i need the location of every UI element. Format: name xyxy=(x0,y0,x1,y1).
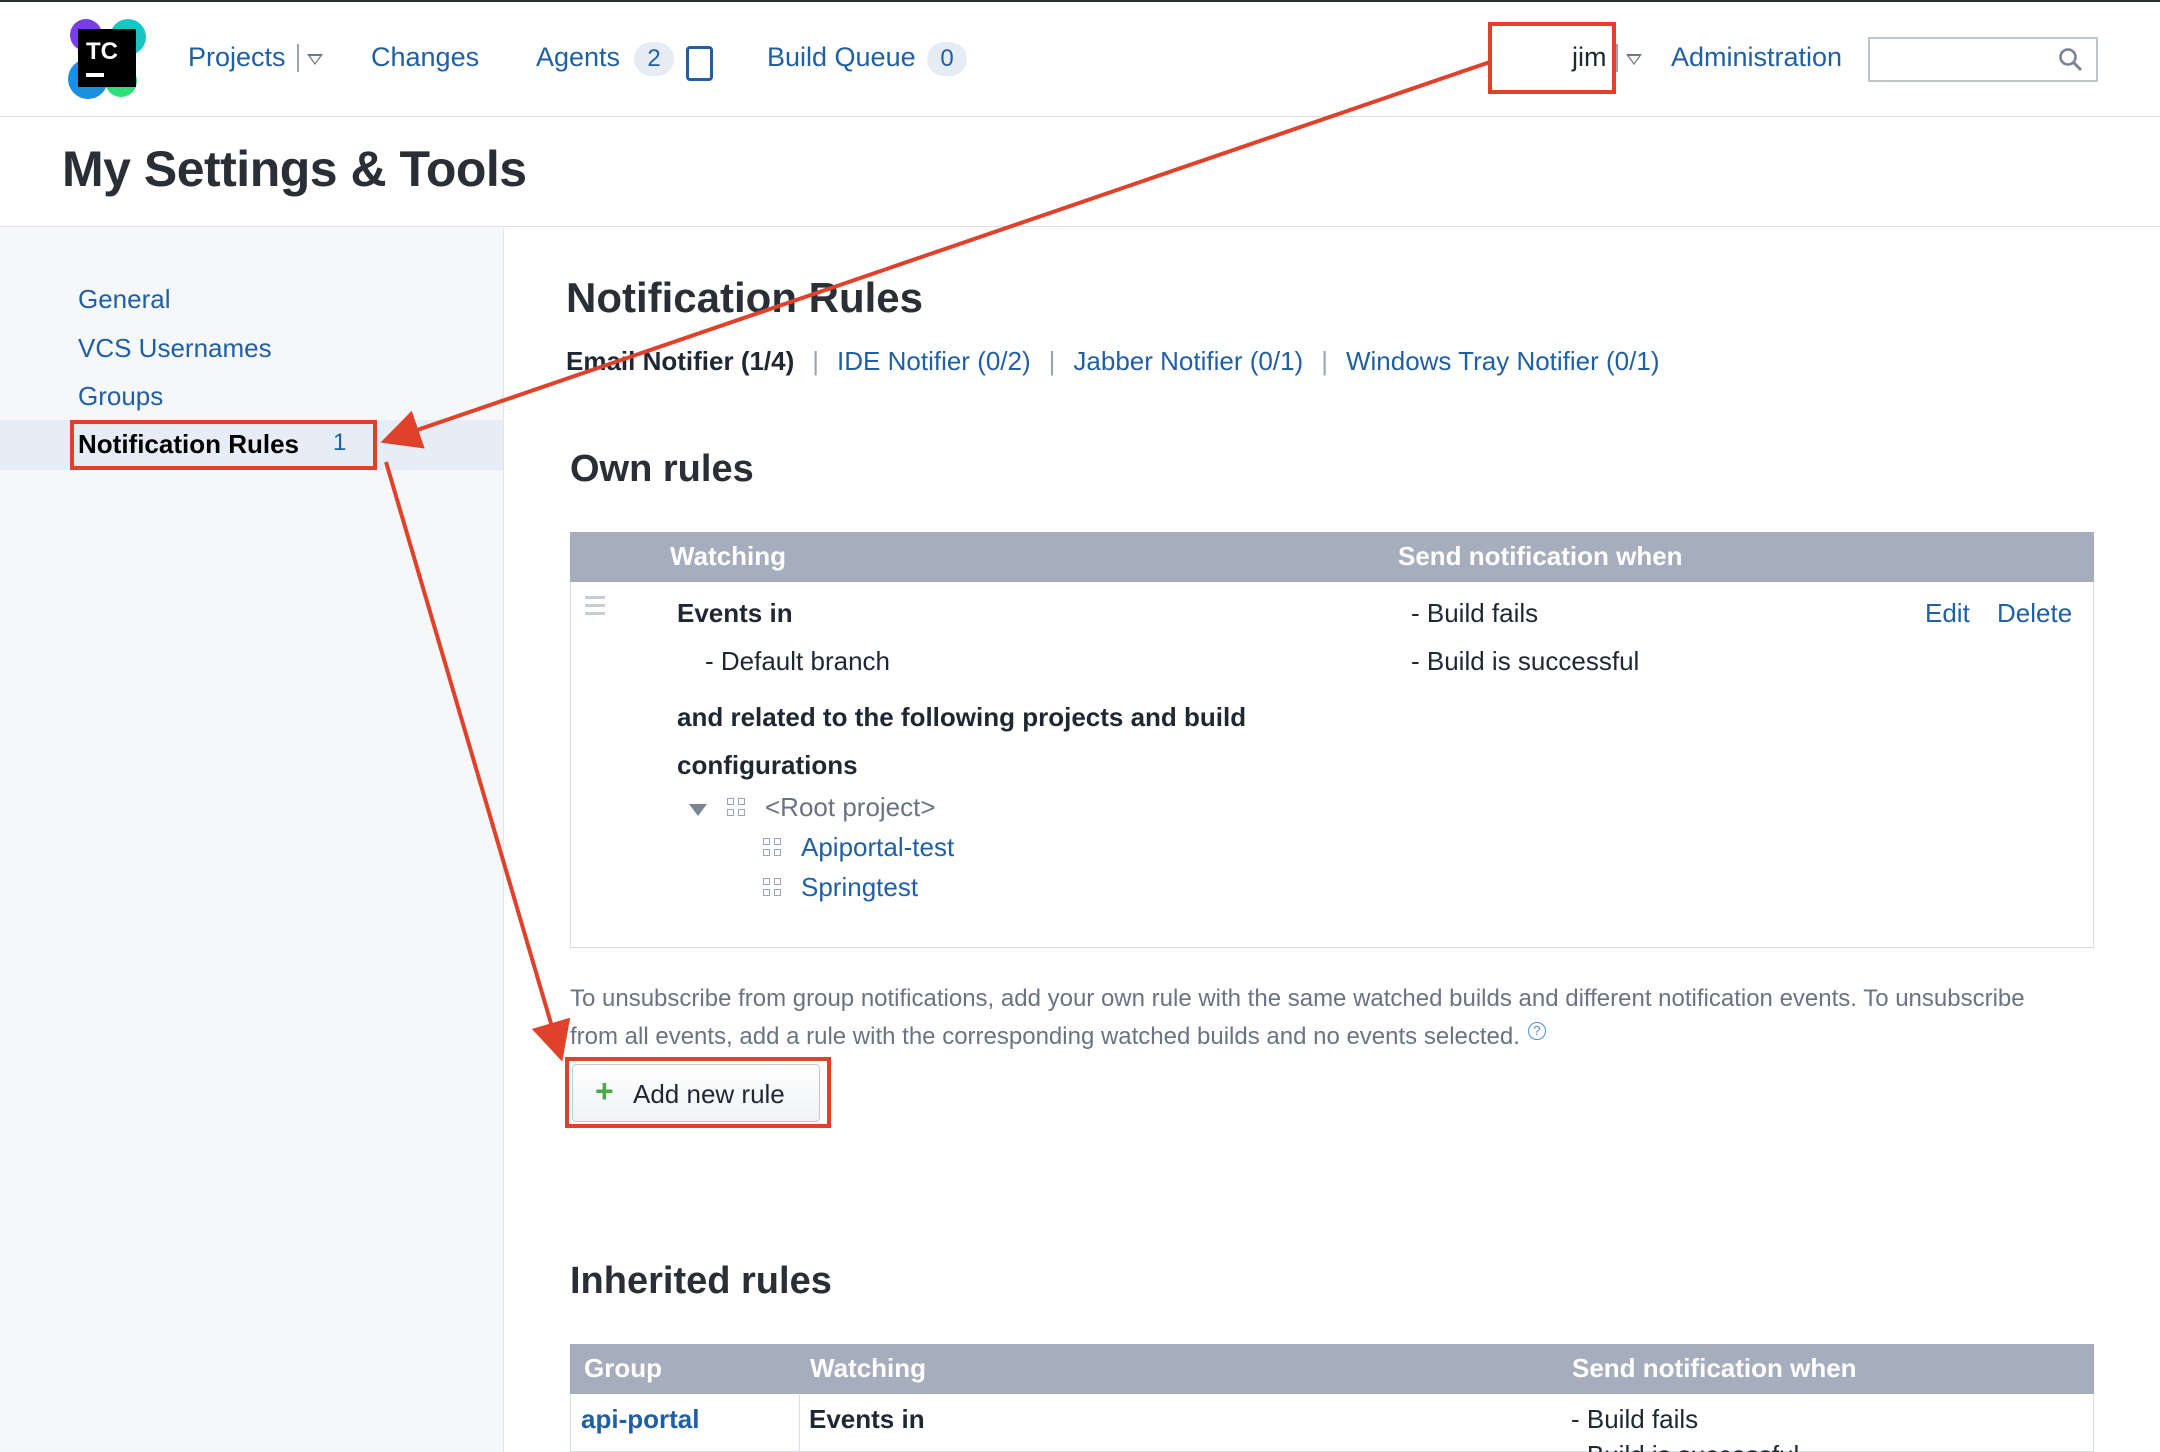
column-header-send-notification: Send notification when xyxy=(1572,1353,1857,1383)
group-link-api-portal[interactable]: api-portal xyxy=(581,1404,699,1435)
highlight-box-user-menu xyxy=(1488,22,1616,94)
column-header-group: Group xyxy=(584,1353,662,1383)
branch-filter: - Default branch xyxy=(705,646,890,676)
project-link-apiportal-test[interactable]: Apiportal-test xyxy=(801,832,954,863)
events-in-label: Events in xyxy=(677,598,793,628)
sidebar-item-general[interactable]: General xyxy=(78,284,171,315)
hint-text: To unsubscribe from group notifications,… xyxy=(570,985,2025,1050)
project-icon xyxy=(763,878,783,898)
nav-changes[interactable]: Changes xyxy=(371,42,479,73)
column-header-watching: Watching xyxy=(670,541,787,571)
project-icon xyxy=(727,798,747,818)
own-rules-heading: Own rules xyxy=(570,448,754,490)
teamcity-logo[interactable]: TC xyxy=(66,17,150,101)
condition-build-fails: - Build fails xyxy=(1411,598,1539,628)
inherited-rules-table-header: Group Watching Send notification when xyxy=(570,1344,2094,1394)
notifier-tabs: Email Notifier (1/4) | IDE Notifier (0/2) |… xyxy=(566,346,1659,377)
project-link-springtest[interactable]: Springtest xyxy=(801,872,918,903)
condition-build-successful: - Build is successful xyxy=(1411,646,1640,676)
tab-separator: | xyxy=(1048,346,1056,376)
own-rules-table-header: Watching Send notification when xyxy=(570,532,2094,582)
nav-separator xyxy=(1616,44,1618,72)
inherited-rule-row: api-portal Events in - Build fails - Bui… xyxy=(570,1394,2094,1452)
settings-sidebar xyxy=(0,228,504,1452)
highlight-box-add-new-rule xyxy=(565,1057,831,1128)
project-icon xyxy=(763,838,783,858)
root-project-label: <Root project> xyxy=(765,792,936,822)
build-queue-count-badge: 0 xyxy=(927,42,967,76)
search-icon[interactable] xyxy=(2058,47,2084,73)
search-input[interactable] xyxy=(1868,37,2098,82)
help-icon[interactable]: ? xyxy=(1527,1022,1546,1040)
projects-dropdown-icon[interactable] xyxy=(307,54,323,65)
tab-ide-notifier[interactable]: IDE Notifier (0/2) xyxy=(837,346,1031,376)
tree-expand-icon[interactable] xyxy=(689,804,707,816)
tab-email-notifier[interactable]: Email Notifier (1/4) xyxy=(566,346,794,377)
sidebar-item-vcs-usernames[interactable]: VCS Usernames xyxy=(78,333,272,364)
sidebar-item-groups[interactable]: Groups xyxy=(78,381,163,412)
tab-separator: | xyxy=(812,346,820,376)
section-heading: Notification Rules xyxy=(566,274,924,321)
nav-projects[interactable]: Projects xyxy=(188,42,286,73)
unsubscribe-hint: To unsubscribe from group notifications,… xyxy=(570,980,2030,1056)
nav-build-queue[interactable]: Build Queue xyxy=(767,42,916,73)
related-label-line1: and related to the following projects an… xyxy=(677,702,1247,732)
column-header-watching: Watching xyxy=(810,1353,927,1383)
top-navigation-bar: TC Projects Changes Agents 2 Build Queue… xyxy=(0,0,2160,117)
inherited-rules-heading: Inherited rules xyxy=(570,1260,832,1302)
nav-separator xyxy=(297,44,299,72)
user-dropdown-icon[interactable] xyxy=(1626,54,1642,65)
column-header-send-notification: Send notification when xyxy=(1398,541,1683,571)
tab-windows-tray-notifier[interactable]: Windows Tray Notifier (0/1) xyxy=(1346,346,1660,376)
delete-rule-link[interactable]: Delete xyxy=(1997,598,2072,629)
highlight-box-notification-rules xyxy=(70,420,377,470)
inherited-condition-build-successful: - Build is successful xyxy=(1571,1440,1799,1452)
svg-text:TC: TC xyxy=(86,38,118,65)
tab-jabber-notifier[interactable]: Jabber Notifier (0/1) xyxy=(1073,346,1303,376)
own-rule-row: Events in - Default branch and related t… xyxy=(570,582,2094,948)
drag-handle-icon[interactable] xyxy=(585,596,605,620)
column-divider xyxy=(799,1394,800,1452)
related-label-line2: configurations xyxy=(677,750,858,780)
nav-agents[interactable]: Agents xyxy=(536,42,620,73)
inherited-condition-build-fails: - Build fails xyxy=(1571,1404,1699,1434)
inherited-events-in-label: Events in xyxy=(809,1404,925,1434)
edit-rule-link[interactable]: Edit xyxy=(1925,598,1970,629)
agents-count-badge: 2 xyxy=(634,42,674,76)
tab-separator: | xyxy=(1321,346,1328,376)
nav-administration[interactable]: Administration xyxy=(1671,42,1842,73)
agent-status-icon[interactable] xyxy=(686,46,713,81)
page-title: My Settings & Tools xyxy=(62,141,527,197)
